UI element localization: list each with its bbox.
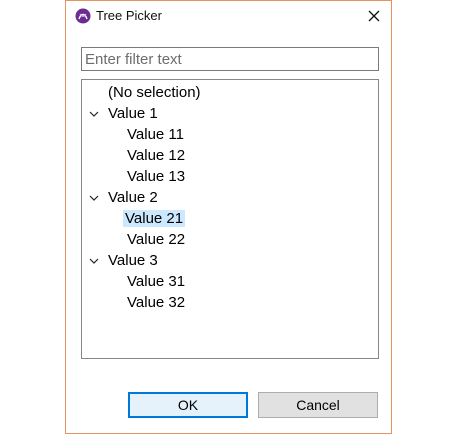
tree-item-label: Value 32	[127, 294, 186, 311]
tree-item-label: Value 12	[127, 147, 186, 164]
tree-item-value-11[interactable]: Value 11	[125, 125, 186, 145]
tree-item-value-31[interactable]: Value 31	[125, 272, 187, 292]
tree-item-value-22[interactable]: Value 22	[125, 230, 187, 250]
cancel-button[interactable]: Cancel	[258, 392, 378, 418]
tree-item-label: Value 31	[127, 273, 186, 290]
tree-item-label: Value 22	[127, 231, 186, 248]
tree-item-label: (No selection)	[108, 84, 201, 101]
tree-item-label: Value 13	[127, 168, 186, 185]
ok-button[interactable]: OK	[128, 392, 248, 418]
tree-item-value-12[interactable]: Value 12	[125, 146, 187, 166]
tree-group-value-2[interactable]: Value 2	[89, 188, 160, 208]
tree-item-label: Value 1	[108, 105, 158, 122]
tree-item-value-21[interactable]: Value 21	[123, 209, 186, 229]
close-button[interactable]	[357, 1, 391, 31]
filter-input[interactable]	[81, 47, 379, 71]
close-icon	[368, 10, 380, 22]
tree-group-value-1[interactable]: Value 1	[89, 104, 160, 124]
chevron-down-icon[interactable]	[89, 256, 99, 266]
tree-item-label: Value 11	[127, 126, 184, 143]
tree-item-value-13[interactable]: Value 13	[125, 167, 187, 187]
tree-item-label: Value 21	[123, 210, 186, 227]
title-bar[interactable]: Tree Picker	[66, 1, 391, 32]
tree-picker-dialog: Tree Picker (No selection) Value 1 Value…	[65, 0, 392, 434]
tree-item-no-selection[interactable]: (No selection)	[106, 83, 203, 103]
tree-item-value-32[interactable]: Value 32	[125, 293, 187, 313]
app-icon	[75, 8, 91, 24]
tree-item-label: Value 3	[108, 252, 158, 269]
window-title: Tree Picker	[96, 8, 162, 23]
chevron-down-icon[interactable]	[89, 109, 99, 119]
tree-group-value-3[interactable]: Value 3	[89, 251, 160, 271]
tree-view[interactable]: (No selection) Value 1 Value 11 Value 12…	[81, 79, 379, 359]
chevron-down-icon[interactable]	[89, 193, 99, 203]
tree-item-label: Value 2	[108, 189, 158, 206]
